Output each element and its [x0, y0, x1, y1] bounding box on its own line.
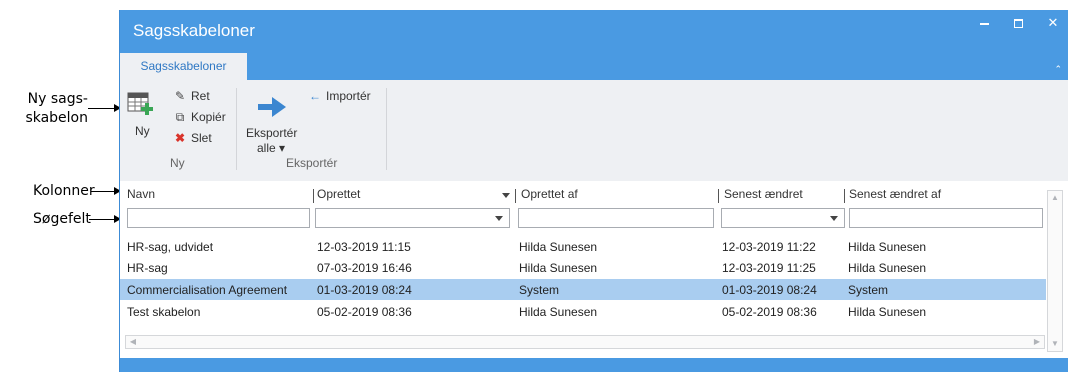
minimize-icon [979, 22, 989, 25]
column-separator [515, 189, 516, 203]
kopier-button[interactable]: ⧉ Kopiér [173, 110, 226, 125]
table-row[interactable]: HR-sag, udvidet 12-03-2019 11:15 Hilda S… [120, 236, 1046, 257]
column-header-navn[interactable]: Navn [127, 187, 155, 203]
table-row-selected[interactable]: Commercialisation Agreement 01-03-2019 0… [120, 279, 1046, 300]
new-template-icon [127, 92, 153, 115]
cell-oprettet: 05-02-2019 08:36 [317, 305, 412, 319]
group-label-eksporter: Eksportér [286, 156, 338, 170]
new-button[interactable]: Ny [124, 88, 160, 148]
app-window: Sagsskabeloner ✕ Sagsskabeloner ⌃ Ny ✎ R… [119, 10, 1068, 372]
slet-button[interactable]: ✖ Slet [173, 131, 212, 145]
title-bar[interactable]: Sagsskabeloner ✕ [120, 10, 1068, 53]
column-header-senest-aendret[interactable]: Senest ændret [724, 187, 803, 203]
cell-senest-aendret-af: Hilda Sunesen [848, 261, 927, 275]
window-title: Sagsskabeloner [133, 21, 255, 40]
ribbon-tab-strip: Sagsskabeloner ⌃ [120, 53, 1068, 80]
column-header-oprettet-af[interactable]: Oprettet af [521, 187, 578, 203]
ribbon-separator [236, 88, 237, 170]
cell-navn: HR-sag [127, 261, 168, 275]
cell-oprettet: 12-03-2019 11:15 [317, 240, 411, 254]
maximize-icon [1013, 19, 1023, 28]
close-button[interactable]: ✕ [1035, 10, 1068, 38]
edit-icon: ✎ [174, 89, 186, 103]
cell-senest-aendret-af: Hilda Sunesen [848, 240, 927, 254]
column-header-senest-aendret-af[interactable]: Senest ændret af [849, 187, 941, 203]
slet-button-label: Slet [191, 131, 212, 145]
scroll-right-icon[interactable]: ▶ [1030, 335, 1044, 349]
kopier-button-label: Kopiér [191, 110, 226, 124]
scroll-up-icon[interactable]: ▲ [1048, 191, 1062, 205]
cell-senest-aendret: 05-02-2019 08:36 [722, 305, 817, 319]
maximize-button[interactable] [1000, 10, 1036, 38]
chevron-down-icon [495, 216, 503, 221]
cell-oprettet-af: Hilda Sunesen [519, 240, 598, 254]
callout-line-new-template [88, 108, 115, 109]
status-bar [120, 358, 1068, 372]
cell-senest-aendret-af: System [848, 283, 889, 297]
close-icon: ✕ [1047, 16, 1059, 31]
import-button-label: Importér [326, 89, 371, 103]
export-all-label-line1: Eksportér [246, 126, 298, 140]
filter-senest-aendret-af-input[interactable] [849, 208, 1043, 228]
cell-oprettet-af: System [519, 283, 560, 297]
filter-oprettet-dropdown[interactable] [315, 208, 510, 228]
cell-senest-aendret-af: Hilda Sunesen [848, 305, 927, 319]
cell-navn: Test skabelon [127, 305, 201, 319]
import-arrow-icon: ← [309, 89, 321, 103]
cell-oprettet: 01-03-2019 08:24 [317, 283, 412, 297]
filter-oprettet-af-input[interactable] [518, 208, 714, 228]
filter-senest-aendret-dropdown[interactable] [721, 208, 845, 228]
column-separator [844, 189, 845, 203]
callout-search-field: Søgefelt [33, 211, 91, 227]
callout-columns: Kolonner [33, 183, 95, 199]
callout-line-columns [91, 191, 116, 192]
callout-new-template: Ny sags- skabelon [25, 91, 88, 126]
ribbon-separator [386, 88, 387, 170]
export-all-label-line2: alle ▾ [257, 141, 286, 155]
table-row[interactable]: Test skabelon 05-02-2019 08:36 Hilda Sun… [120, 301, 1046, 322]
cell-navn: HR-sag, udvidet [127, 240, 214, 254]
export-arrow-icon [258, 97, 286, 117]
ret-button[interactable]: ✎ Ret [173, 89, 210, 103]
export-all-button[interactable]: Eksportér alle ▾ [244, 92, 302, 155]
filter-navn-input[interactable] [127, 208, 310, 228]
callout-line-search-field [89, 219, 116, 220]
column-separator [313, 189, 314, 203]
templates-grid: Navn Oprettet Oprettet af Senest ændret … [120, 181, 1068, 352]
new-button-label: Ny [135, 124, 150, 138]
delete-icon: ✖ [174, 131, 186, 145]
cell-oprettet: 07-03-2019 16:46 [317, 261, 412, 275]
cell-senest-aendret: 12-03-2019 11:25 [722, 261, 816, 275]
group-label-ny: Ny [170, 156, 185, 170]
cell-oprettet-af: Hilda Sunesen [519, 261, 598, 275]
cell-navn: Commercialisation Agreement [127, 283, 288, 297]
table-row[interactable]: HR-sag 07-03-2019 16:46 Hilda Sunesen 12… [120, 257, 1046, 278]
column-header-oprettet[interactable]: Oprettet [317, 187, 360, 203]
scroll-left-icon[interactable]: ◀ [126, 335, 140, 349]
column-separator [718, 189, 719, 203]
collapse-ribbon-icon[interactable]: ⌃ [1054, 65, 1062, 75]
scroll-down-icon[interactable]: ▼ [1048, 337, 1062, 351]
cell-oprettet-af: Hilda Sunesen [519, 305, 598, 319]
tab-sagsskabeloner[interactable]: Sagsskabeloner [120, 53, 247, 80]
chevron-down-icon [830, 216, 838, 221]
cell-senest-aendret: 01-03-2019 08:24 [722, 283, 817, 297]
ribbon: Ny ✎ Ret ⧉ Kopiér ✖ Slet Ny Eksportér alle … [120, 80, 1068, 182]
sort-dropdown-icon[interactable] [502, 193, 510, 198]
cell-senest-aendret: 12-03-2019 11:22 [722, 240, 816, 254]
vertical-scrollbar[interactable]: ▲ ▼ [1047, 190, 1063, 352]
minimize-button[interactable] [966, 10, 1002, 38]
copy-icon: ⧉ [175, 110, 185, 124]
horizontal-scrollbar[interactable]: ◀ ▶ [125, 335, 1045, 349]
import-button[interactable]: ← Importér [308, 89, 371, 103]
ret-button-label: Ret [191, 89, 210, 103]
